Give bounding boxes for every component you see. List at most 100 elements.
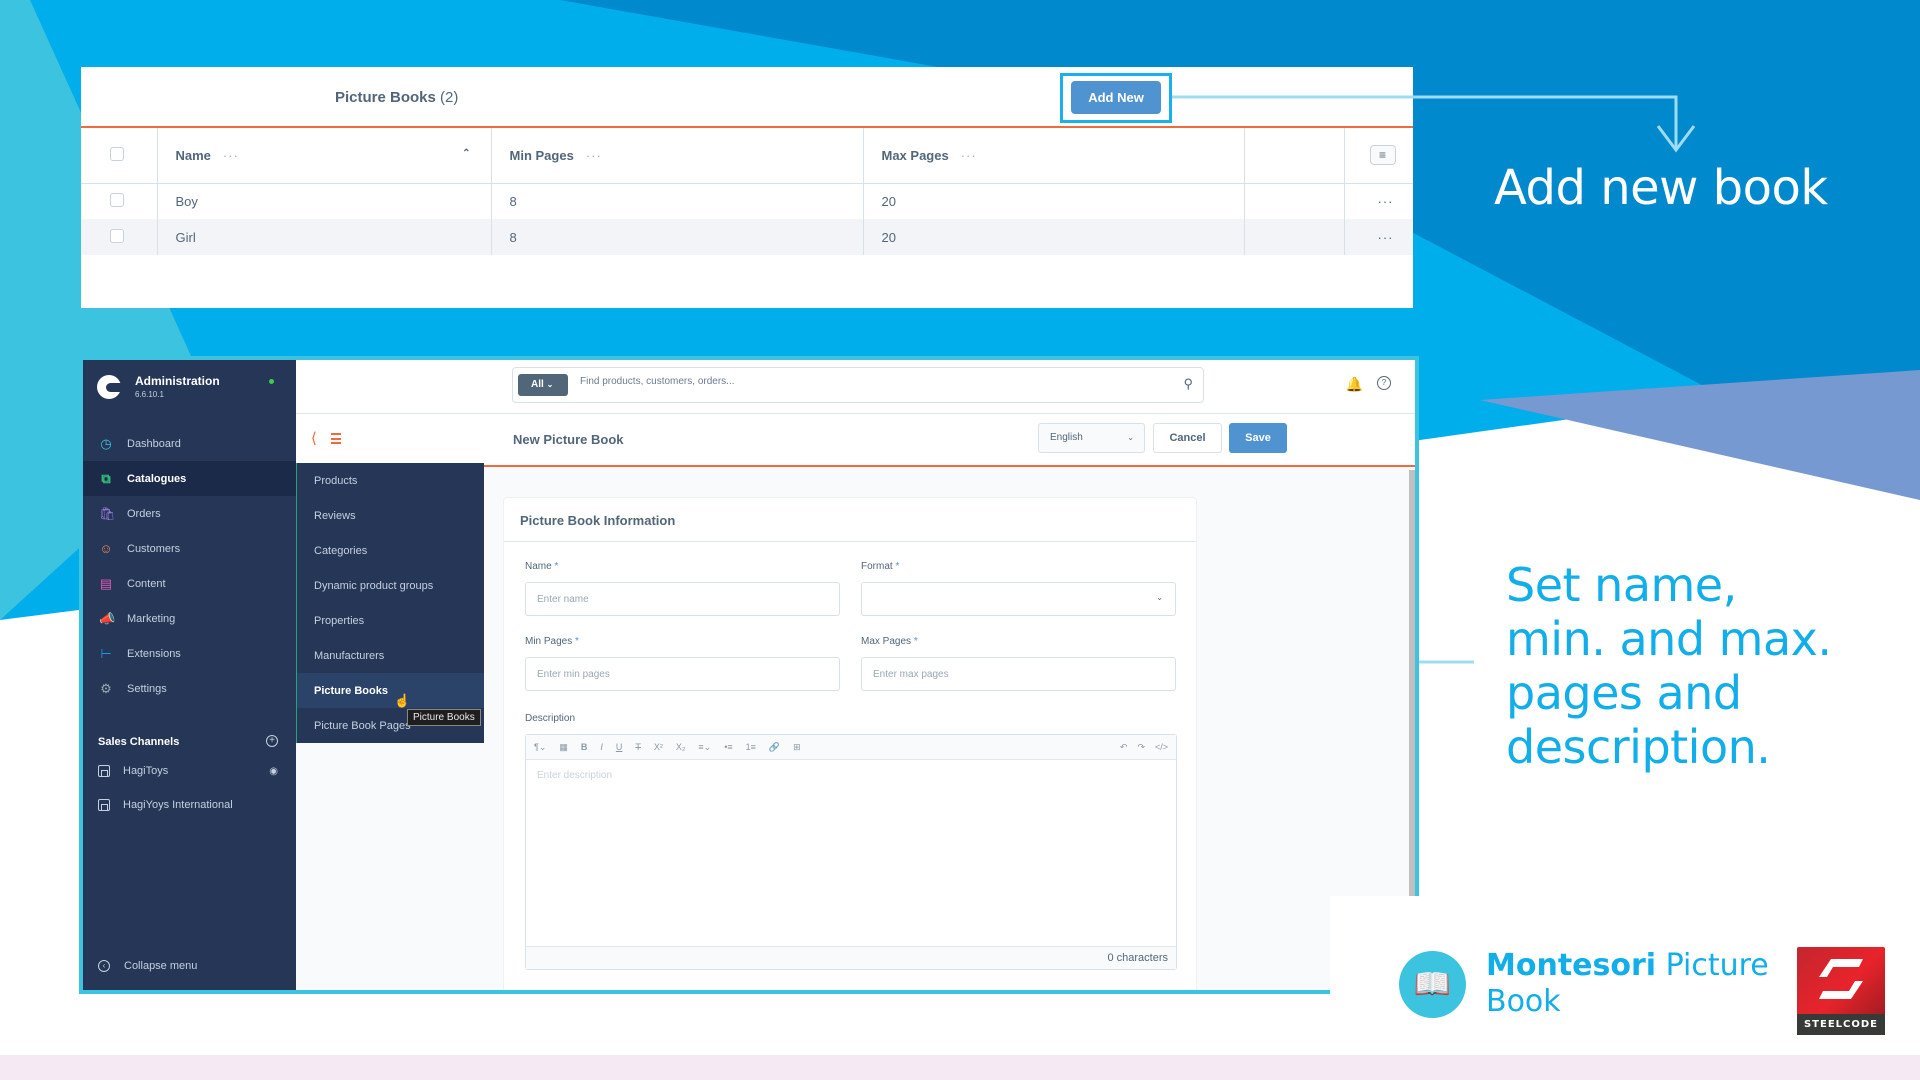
flyout-item-properties[interactable]: Properties: [297, 603, 484, 638]
settings-icon: ⚙: [100, 680, 112, 696]
save-button[interactable]: Save: [1229, 423, 1287, 453]
character-count: 0 characters: [526, 946, 1176, 969]
subscript-icon[interactable]: X₂: [676, 742, 686, 752]
bullet-list-icon[interactable]: •≡: [724, 742, 732, 752]
online-status-dot: [269, 379, 274, 384]
open-book-icon: 📖: [1399, 951, 1466, 1018]
table-icon[interactable]: ⊞: [793, 742, 801, 753]
flyout-item-products[interactable]: Products: [297, 463, 484, 498]
required-mark: *: [575, 636, 579, 647]
flyout-item-manufacturers[interactable]: Manufacturers: [297, 638, 484, 673]
sidebar-item-orders[interactable]: 🛍 Orders: [83, 496, 296, 531]
text-color-icon[interactable]: ▦: [559, 742, 568, 753]
shopware-logo-icon: [97, 374, 121, 399]
search-input[interactable]: [580, 376, 1140, 387]
sidebar-item-customers[interactable]: ☺ Customers: [83, 531, 296, 566]
description-label: Description: [525, 713, 576, 724]
sidebar-item-marketing[interactable]: 📣 Marketing: [83, 601, 296, 636]
sidebar-item-extensions[interactable]: ⊢ Extensions: [83, 636, 296, 671]
description-input[interactable]: Enter description: [526, 760, 1176, 946]
flyout-item-reviews[interactable]: Reviews: [297, 498, 484, 533]
bold-icon[interactable]: B: [581, 742, 588, 752]
collapse-menu-button[interactable]: ‹ Collapse menu: [98, 960, 197, 972]
picture-book-info-card: Picture Book Information Name * Format *…: [503, 497, 1197, 990]
sidebar: Administration 6.6.10.1 ◷ Dashboard ⧉ Ca…: [83, 360, 296, 990]
italic-icon[interactable]: I: [600, 742, 603, 752]
top-bar: All ⌄ ⚲ 🔔 ?: [296, 360, 1415, 414]
tooltip: Picture Books: [407, 709, 481, 726]
chevron-down-icon: ⌄: [546, 380, 554, 389]
sidebar-item-label: Marketing: [127, 612, 176, 625]
main-nav: ◷ Dashboard ⧉ Catalogues 🛍 Orders ☺ Cust…: [83, 426, 296, 706]
admin-window: Administration 6.6.10.1 ◷ Dashboard ⧉ Ca…: [79, 356, 1419, 994]
name-label: Name *: [525, 561, 558, 572]
paragraph-format-icon[interactable]: ¶⌄: [534, 742, 546, 753]
sidebar-item-label: Catalogues: [127, 472, 187, 485]
chevron-down-icon: ⌄: [1156, 593, 1163, 602]
global-search: All ⌄ ⚲: [512, 367, 1204, 403]
collapse-icon: ‹: [98, 960, 110, 972]
card-title: Picture Book Information: [504, 498, 1196, 542]
name-input[interactable]: [525, 582, 840, 616]
format-select[interactable]: ⌄: [861, 582, 1176, 616]
extensions-icon: ⊢: [100, 645, 112, 661]
max-pages-input[interactable]: [861, 657, 1176, 691]
product-name-bold: Montesori: [1486, 948, 1657, 983]
caption-add-new-book: Add new book: [1494, 160, 1828, 216]
align-icon[interactable]: ≡⌄: [698, 742, 711, 753]
hand-cursor-icon: ☝: [394, 693, 411, 708]
sales-channel-item[interactable]: HagiYoys International: [98, 799, 278, 811]
description-editor: ¶⌄ ▦ B I U T X² X₂ ≡⌄ •≡ 1≡ 🔗 ⊞ ↶ ↷ </> …: [525, 734, 1177, 970]
format-label: Format *: [861, 561, 899, 572]
strikethrough-icon[interactable]: T: [635, 742, 641, 752]
sidebar-item-dashboard[interactable]: ◷ Dashboard: [83, 426, 296, 461]
undo-icon[interactable]: ↶: [1120, 742, 1128, 753]
numbered-list-icon[interactable]: 1≡: [746, 742, 756, 752]
link-icon[interactable]: 🔗: [769, 742, 780, 753]
product-brand-panel: 📖 Montesori Picture Book STEELCODE: [1330, 896, 1920, 1056]
dashboard-icon: ◷: [100, 435, 112, 451]
flyout-item-dynamic-product-groups[interactable]: Dynamic product groups: [297, 568, 484, 603]
search-type-dropdown[interactable]: All ⌄: [518, 374, 568, 396]
version-label: 6.6.10.1: [135, 390, 164, 399]
flyout-item-categories[interactable]: Categories: [297, 533, 484, 568]
cancel-button[interactable]: Cancel: [1153, 423, 1222, 453]
flyout-item-picture-books[interactable]: Picture Books: [297, 673, 484, 708]
sidebar-item-label: Orders: [127, 507, 161, 520]
superscript-icon[interactable]: X²: [654, 742, 663, 752]
eye-icon[interactable]: ◉: [269, 766, 278, 777]
underline-icon[interactable]: U: [616, 742, 623, 752]
required-mark: *: [913, 636, 918, 647]
redo-icon[interactable]: ↷: [1137, 742, 1145, 753]
marketing-icon: 📣: [99, 610, 116, 626]
language-switch[interactable]: English ⌄: [1038, 423, 1145, 453]
steelcode-wordmark: STEELCODE: [1797, 1014, 1885, 1035]
sales-channels-heading: Sales Channels +: [98, 735, 278, 748]
product-name: Montesori Picture Book: [1486, 948, 1769, 1020]
code-view-icon[interactable]: </>: [1155, 742, 1168, 753]
notifications-bell-icon[interactable]: 🔔: [1346, 376, 1363, 393]
help-icon[interactable]: ?: [1377, 376, 1391, 390]
sidebar-item-content[interactable]: ▤ Content: [83, 566, 296, 601]
editor-toolbar: ¶⌄ ▦ B I U T X² X₂ ≡⌄ •≡ 1≡ 🔗 ⊞ ↶ ↷ </>: [526, 735, 1176, 760]
sidebar-item-label: Content: [127, 577, 166, 590]
sidebar-item-label: Dashboard: [127, 437, 181, 450]
sales-channel-item[interactable]: HagiToys ◉: [98, 765, 278, 777]
storefront-icon: [98, 799, 110, 811]
back-chevron-icon[interactable]: ⟨: [311, 429, 317, 447]
sidebar-item-settings[interactable]: ⚙ Settings: [83, 671, 296, 706]
search-type-label: All: [531, 379, 544, 390]
search-icon[interactable]: ⚲: [1183, 376, 1193, 392]
min-pages-input[interactable]: [525, 657, 840, 691]
min-pages-label: Min Pages *: [525, 636, 579, 647]
required-mark: *: [895, 561, 900, 572]
caption-set-fields: Set name, min. and max. pages and descri…: [1506, 558, 1832, 774]
list-icon[interactable]: [331, 433, 341, 444]
brand: Administration 6.6.10.1: [97, 374, 220, 399]
sidebar-item-catalogues[interactable]: ⧉ Catalogues: [83, 461, 296, 496]
language-label: English: [1050, 432, 1083, 443]
storefront-icon: [98, 765, 110, 777]
customers-icon: ☺: [99, 540, 113, 556]
add-sales-channel-icon[interactable]: +: [266, 735, 278, 747]
sidebar-item-label: Extensions: [127, 647, 181, 660]
